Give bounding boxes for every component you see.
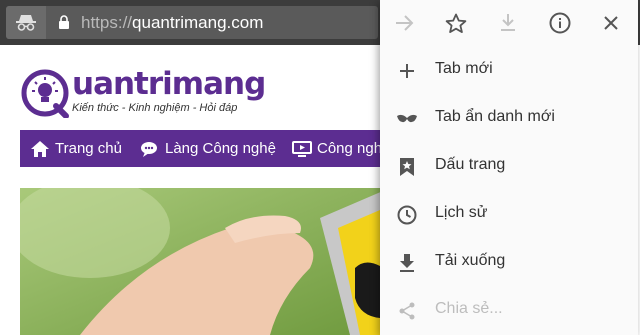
chat-icon — [141, 141, 157, 157]
incognito-icon — [16, 15, 36, 31]
download-icon — [400, 254, 414, 272]
browser-menu: Tab mới Tab ẩn danh mới Dấu trang Lịch s… — [380, 0, 638, 335]
close-menu-button[interactable] — [598, 10, 624, 36]
menu-item-label: Tab ẩn danh mới — [435, 108, 555, 125]
forward-button[interactable] — [392, 10, 418, 36]
history-icon — [397, 205, 417, 225]
article-photo — [20, 188, 380, 335]
nav-item-label: Làng Công nghệ — [165, 140, 276, 157]
menu-item-bookmarks[interactable]: Dấu trang — [380, 142, 638, 190]
menu-item-label: Dấu trang — [435, 156, 506, 173]
site-nav: Trang chủ Làng Công nghệ Công nghệ — [20, 130, 380, 167]
url-text[interactable]: https://quantrimang.com — [81, 13, 263, 32]
bookmark-star-icon — [445, 13, 467, 33]
monitor-icon — [292, 140, 312, 157]
site-tagline: Kiến thức - Kinh nghiệm - Hỏi đáp — [72, 102, 238, 114]
info-icon — [549, 12, 571, 34]
nav-item-cong-nghe[interactable]: Công nghệ — [292, 130, 380, 167]
download-page-icon — [501, 14, 515, 31]
logo-icon — [21, 69, 69, 118]
page-info-button[interactable] — [547, 10, 573, 36]
menu-item-label: Tab mới — [435, 60, 493, 77]
omnibox[interactable]: https://quantrimang.com — [6, 6, 378, 39]
share-icon — [399, 302, 415, 320]
nav-item-label: Trang chủ — [55, 140, 122, 157]
bookmarks-icon — [400, 158, 414, 176]
forward-icon — [396, 15, 414, 31]
menu-item-share[interactable]: Chia sẻ... — [380, 286, 638, 334]
nav-item-label: Công nghệ — [317, 140, 380, 157]
home-icon — [31, 140, 49, 157]
site-logo-text[interactable]: uantrimang — [72, 67, 266, 101]
close-icon — [604, 16, 618, 30]
menu-item-new-tab[interactable]: Tab mới — [380, 46, 638, 94]
lock-icon — [59, 15, 69, 29]
menu-item-history[interactable]: Lịch sử — [380, 190, 638, 238]
nav-item-home[interactable]: Trang chủ — [30, 130, 122, 167]
url-host: quantrimang.com — [132, 13, 264, 32]
menu-item-label: Chia sẻ... — [435, 300, 503, 317]
bookmark-page-button[interactable] — [443, 10, 469, 36]
menu-item-downloads[interactable]: Tải xuống — [380, 238, 638, 286]
plus-icon — [400, 64, 414, 78]
menu-icon-row — [380, 0, 638, 45]
incognito-icon — [397, 114, 417, 123]
url-scheme: https:// — [81, 13, 133, 32]
incognito-badge[interactable] — [6, 6, 46, 39]
menu-item-label: Tải xuống — [435, 252, 506, 269]
menu-item-new-incognito-tab[interactable]: Tab ẩn danh mới — [380, 94, 638, 142]
hero-image[interactable] — [20, 188, 380, 335]
download-page-button[interactable] — [495, 10, 521, 36]
menu-item-label: Lịch sử — [435, 204, 488, 221]
nav-item-lang-cong-nghe[interactable]: Làng Công nghệ — [140, 130, 276, 167]
